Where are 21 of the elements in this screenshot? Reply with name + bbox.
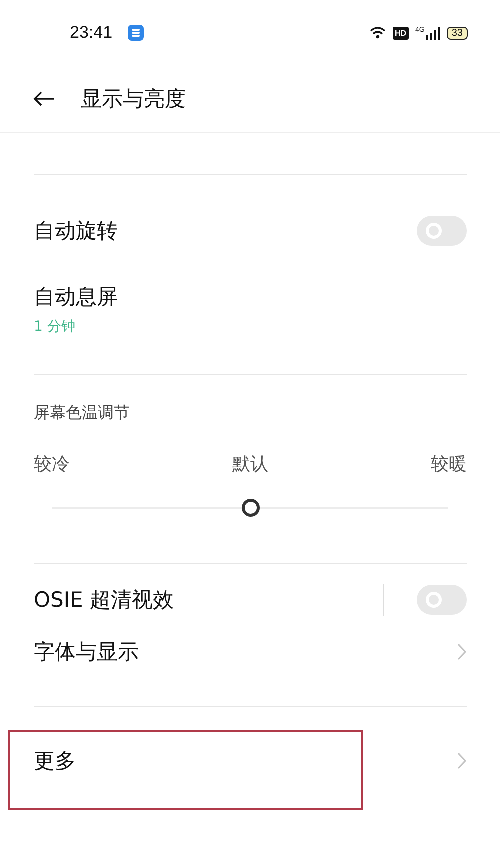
slider-thumb[interactable] <box>242 499 260 517</box>
chevron-right-icon <box>457 752 467 770</box>
setting-label: 自动息屏 <box>34 284 119 311</box>
setting-label: 自动旋转 <box>34 218 118 245</box>
page-title: 显示与亮度 <box>81 86 186 113</box>
slider-label: 较冷 <box>34 453 70 477</box>
signal-icon <box>426 26 440 40</box>
setting-value: 1 分钟 <box>34 318 76 337</box>
setting-label: OSIE 超清视效 <box>34 587 174 614</box>
battery-level: 33 <box>446 26 468 40</box>
hd-badge: HD <box>392 26 409 40</box>
back-icon <box>33 91 55 107</box>
app-notification-icon <box>128 25 144 41</box>
slider-label: 较暖 <box>431 453 467 477</box>
chevron-right-icon <box>457 643 467 661</box>
setting-label[interactable]: 字体与显示 <box>34 636 139 668</box>
status-time: 23:41 <box>70 23 113 43</box>
wifi-icon <box>370 27 386 39</box>
setting-label[interactable]: 更多 <box>34 745 76 777</box>
slider-label: 默认 <box>232 453 268 477</box>
section-label: 屏幕色温调节 <box>34 402 131 424</box>
